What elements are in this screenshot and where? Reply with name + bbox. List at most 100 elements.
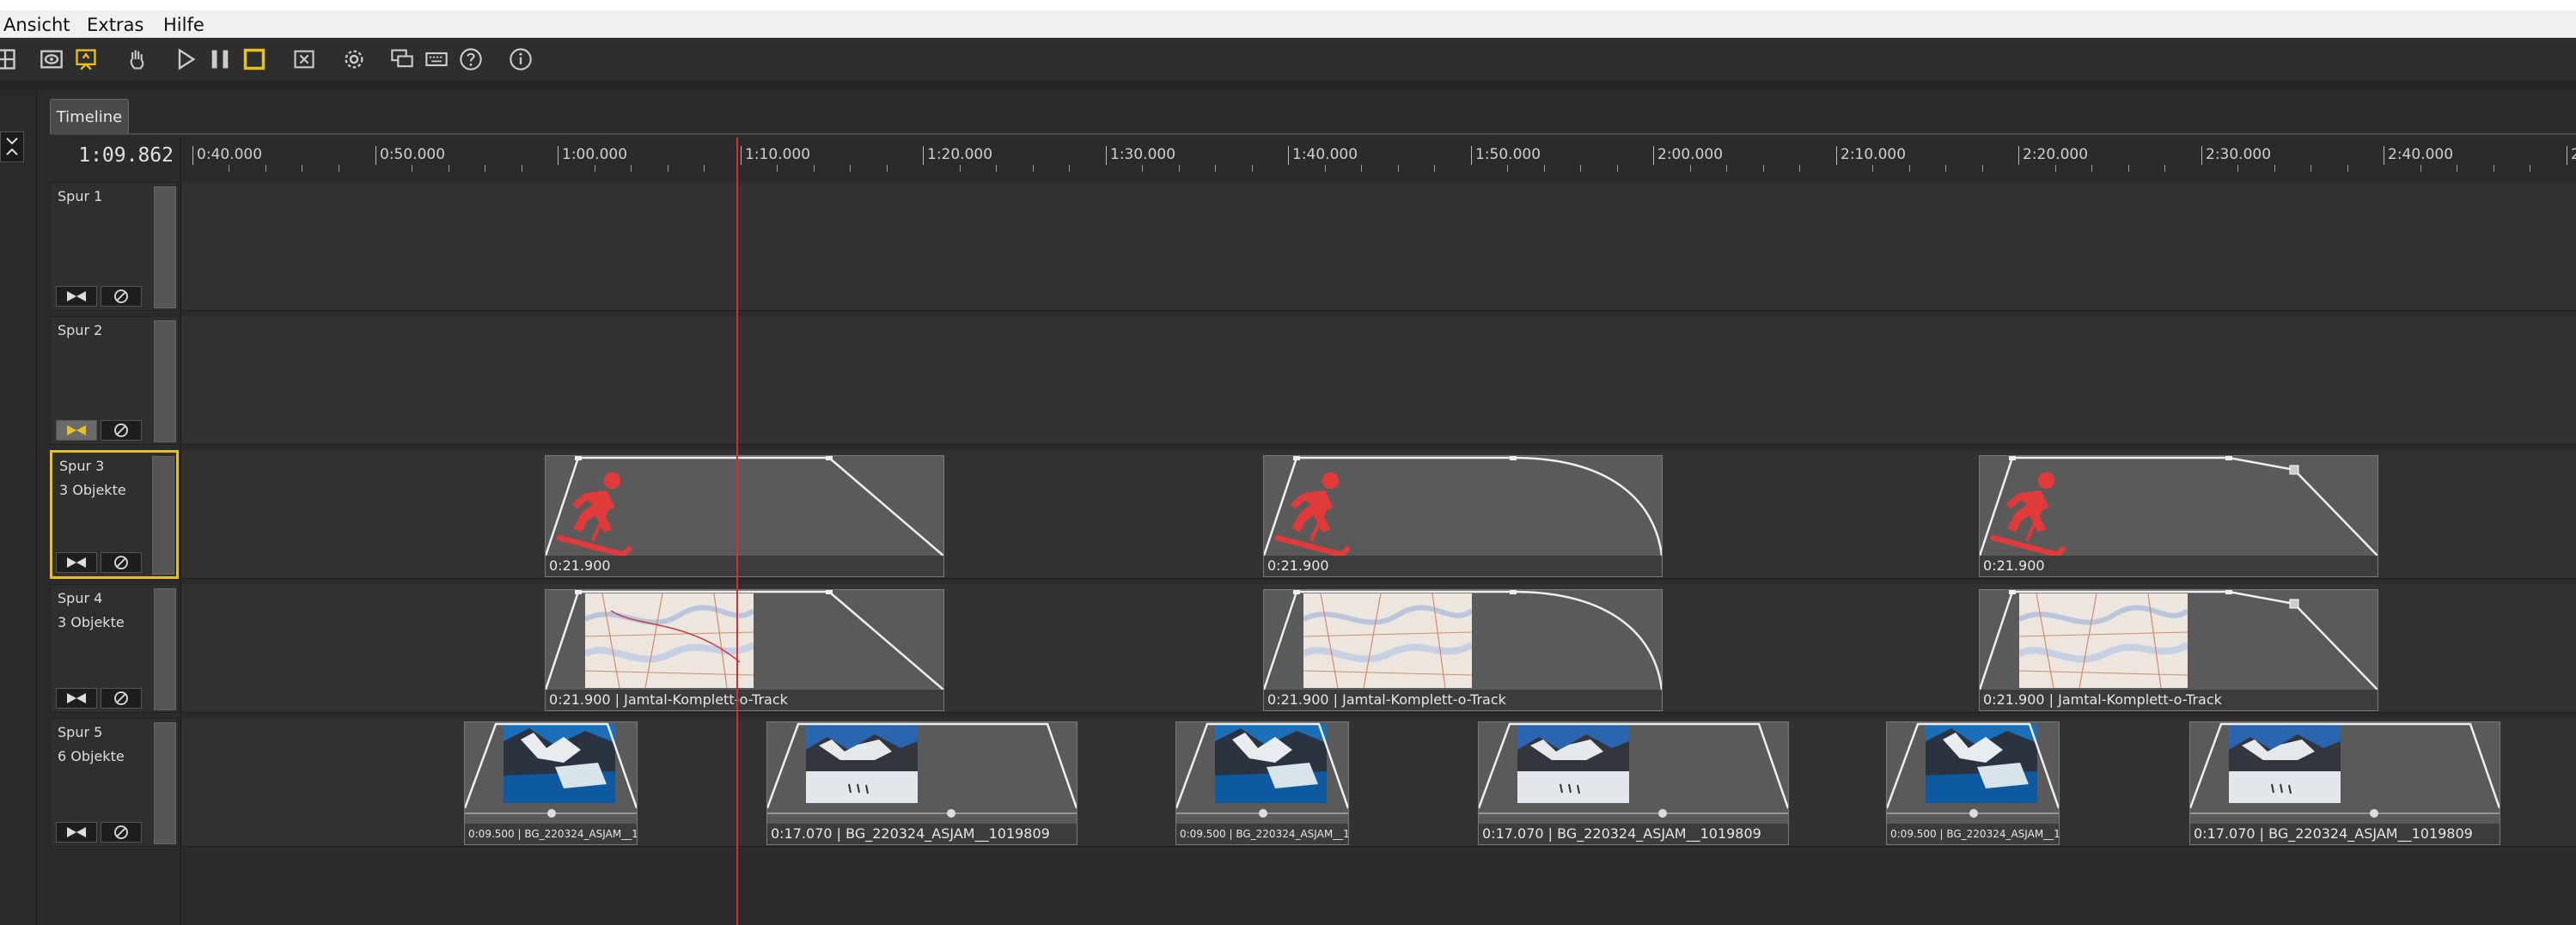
- track-object-count: 3 Objekte: [59, 482, 126, 498]
- track-header-spur-4[interactable]: Spur 4 3 Objekte: [50, 584, 179, 713]
- prohibited-icon: [114, 556, 128, 569]
- ruler-minor-tick: [2347, 165, 2348, 172]
- ruler-label: 2:10.000: [1840, 146, 1907, 163]
- track-mute-button[interactable]: [101, 552, 142, 573]
- keyboard-icon[interactable]: [423, 46, 450, 73]
- track-mute-button[interactable]: [101, 420, 142, 441]
- track-lane-spur-1[interactable]: [182, 182, 2576, 311]
- presentation-icon[interactable]: [72, 46, 100, 73]
- track-header-spur-5[interactable]: Spur 5 6 Objekte: [50, 718, 179, 847]
- track-name: Spur 3: [59, 458, 105, 474]
- close-box-icon[interactable]: [290, 46, 318, 73]
- track-object-count: 6 Objekte: [58, 748, 125, 764]
- info-icon[interactable]: [507, 46, 534, 73]
- track-volume-bar[interactable]: [152, 456, 174, 575]
- ruler-minor-tick: [1507, 165, 1508, 172]
- track-mute-button[interactable]: [101, 822, 142, 843]
- eye-icon[interactable]: [38, 46, 65, 73]
- ruler-minor-tick: [996, 165, 997, 172]
- ruler-minor-tick: [2164, 165, 2165, 172]
- clip-label: 0:17.070 | BG_220324_ASJAM__1019809: [1479, 824, 1788, 844]
- hand-icon[interactable]: [124, 46, 151, 73]
- menu-ansicht[interactable]: Ansicht: [3, 15, 70, 35]
- ruler-minor-tick: [2420, 165, 2421, 172]
- track-solo-button[interactable]: [56, 688, 97, 709]
- ruler-tick: [2018, 146, 2019, 165]
- collapse-expand-button[interactable]: [0, 131, 24, 162]
- track-solo-button[interactable]: [56, 286, 97, 307]
- ruler-minor-tick: [1726, 165, 1727, 172]
- skier-icon: [556, 472, 632, 557]
- ruler-tick: [923, 146, 924, 165]
- chat-icon[interactable]: [388, 46, 416, 73]
- prohibited-icon: [114, 289, 128, 303]
- ruler-tick: [2201, 146, 2202, 165]
- bowtie-icon: [67, 557, 86, 568]
- clip-skier-1[interactable]: 0:21.900: [545, 455, 944, 577]
- menu-hilfe[interactable]: Hilfe: [163, 15, 204, 35]
- clip-map-2[interactable]: 0:21.900 | Jamtal-Komplett-o-Track: [1263, 589, 1663, 711]
- track-lane-spur-4[interactable]: 0:21.900 | Jamtal-Komplett-o-Track 0:21.…: [182, 584, 2576, 713]
- clip-skier-3[interactable]: 0:21.900: [1979, 455, 2378, 577]
- ruler-label: 1:40.000: [1292, 146, 1358, 163]
- ruler-tick: [558, 146, 559, 165]
- grid-icon[interactable]: [0, 46, 19, 73]
- clip-photo-short-2[interactable]: 0:09.500 | BG_220324_ASJAM__1...: [1175, 721, 1349, 845]
- track-solo-button[interactable]: [56, 552, 97, 573]
- track-solo-button[interactable]: [56, 822, 97, 843]
- track-lane-spur-2[interactable]: [182, 316, 2576, 445]
- track-volume-bar[interactable]: [154, 588, 176, 710]
- ruler-minor-tick: [1544, 165, 1545, 172]
- track-header-spur-2[interactable]: Spur 2: [50, 316, 179, 445]
- clip-envelope: [2190, 722, 2500, 818]
- track-header-spur-3[interactable]: Spur 3 3 Objekte: [50, 450, 179, 579]
- clip-envelope: [465, 722, 637, 818]
- clip-map-1[interactable]: 0:21.900 | Jamtal-Komplett-o-Track: [545, 589, 944, 711]
- ruler-minor-tick: [2091, 165, 2092, 172]
- clip-photo-long-2[interactable]: 0:17.070 | BG_220324_ASJAM__1019809: [1478, 721, 1789, 845]
- ruler-minor-tick: [887, 165, 888, 172]
- track-lane-spur-3[interactable]: 0:21.900 0:21.900 0:21.900: [182, 450, 2576, 579]
- help-icon[interactable]: [457, 46, 485, 73]
- menu-extras[interactable]: Extras: [87, 15, 143, 35]
- track-volume-bar[interactable]: [154, 722, 176, 844]
- ruler-minor-tick: [2237, 165, 2238, 172]
- track-mute-button[interactable]: [101, 688, 142, 709]
- clip-skier-2[interactable]: 0:21.900: [1263, 455, 1663, 577]
- track-mute-button[interactable]: [101, 286, 142, 307]
- skier-icon: [1990, 472, 2066, 557]
- clip-photo-short-3[interactable]: 0:09.500 | BG_220324_ASJAM__1...: [1886, 721, 2060, 845]
- ruler-label: 2:20.000: [2023, 146, 2089, 163]
- clip-photo-short-1[interactable]: 0:09.500 | BG_220324_ASJAM__1...: [464, 721, 638, 845]
- clip-map-3[interactable]: 0:21.900 | Jamtal-Komplett-o-Track: [1979, 589, 2378, 711]
- gear-icon[interactable]: [340, 46, 368, 73]
- clip-photo-long-3[interactable]: 0:17.070 | BG_220324_ASJAM__1019809: [2189, 721, 2500, 845]
- ruler-minor-tick: [1872, 165, 1873, 172]
- track-volume-bar[interactable]: [154, 186, 176, 308]
- track-name: Spur 1: [58, 188, 103, 204]
- time-ruler[interactable]: 0:40.000 0:50.000 1:00.000 1:10.000 1:20…: [182, 137, 2576, 173]
- clip-photo-long-1[interactable]: 0:17.070 | BG_220324_ASJAM__1019809: [766, 721, 1077, 845]
- ruler-tick: [1471, 146, 1472, 165]
- ruler-label: 1:20.000: [927, 146, 993, 163]
- stop-icon[interactable]: [241, 46, 268, 73]
- track-header-spur-1[interactable]: Spur 1: [50, 182, 179, 311]
- playhead[interactable]: [736, 137, 738, 925]
- ruler-tick: [192, 146, 193, 165]
- play-icon[interactable]: [172, 46, 199, 73]
- ruler-minor-tick: [1252, 165, 1253, 172]
- ruler-minor-tick: [704, 165, 705, 172]
- track-volume-bar[interactable]: [154, 320, 176, 442]
- clip-envelope: [767, 722, 1077, 818]
- clip-envelope: [1264, 590, 1662, 691]
- ruler-minor-tick: [1398, 165, 1399, 172]
- ruler-label: 1:00.000: [562, 146, 628, 163]
- track-lane-spur-5[interactable]: 0:09.500 | BG_220324_ASJAM__1... 0:17.07…: [182, 718, 2576, 847]
- clip-label: 0:09.500 | BG_220324_ASJAM__1...: [1887, 824, 2059, 844]
- track-solo-button[interactable]: [56, 420, 97, 441]
- ruler-label: 0:40.000: [197, 146, 263, 163]
- tab-timeline[interactable]: Timeline: [50, 99, 129, 134]
- pause-icon[interactable]: [206, 46, 234, 73]
- ruler-label: 2:40.000: [2388, 146, 2454, 163]
- empty-timeline-area[interactable]: [182, 850, 2576, 925]
